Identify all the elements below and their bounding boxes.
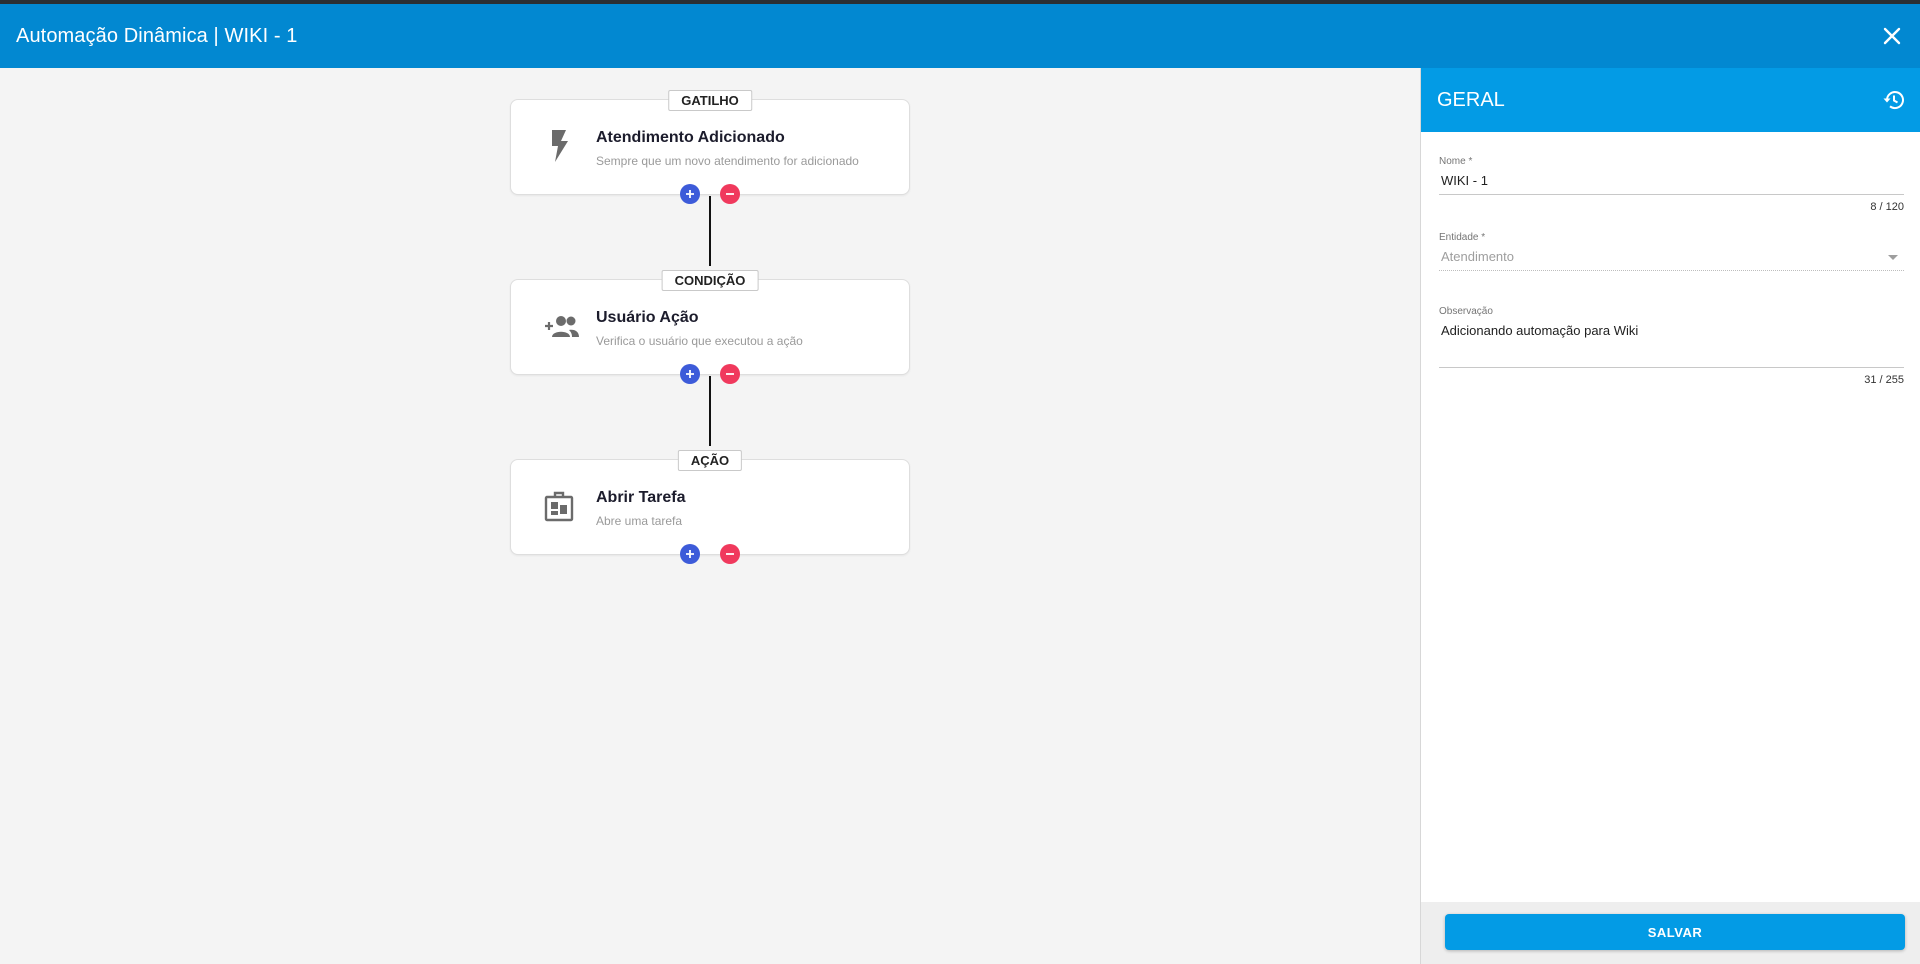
history-icon[interactable] <box>1882 88 1906 112</box>
add-node-button[interactable] <box>680 184 700 204</box>
observation-field[interactable]: Observação Adicionando automação para Wi… <box>1439 306 1904 386</box>
add-node-button[interactable] <box>680 544 700 564</box>
flow-connector <box>709 196 711 266</box>
observation-char-counter: 31 / 255 <box>1864 374 1904 386</box>
name-label: Nome * <box>1439 156 1473 167</box>
node-subtitle: Verifica o usuário que executou a ação <box>596 334 803 348</box>
panel-footer: SALVAR <box>1421 902 1920 964</box>
add-user-group-icon <box>541 308 581 344</box>
observation-textarea[interactable]: Adicionando automação para Wiki <box>1439 317 1904 368</box>
name-char-counter: 8 / 120 <box>1870 201 1904 213</box>
node-title: Atendimento Adicionado <box>596 129 785 146</box>
node-type-badge: CONDIÇÃO <box>661 270 759 291</box>
node-type-badge: GATILHO <box>668 90 752 111</box>
flow-connector <box>709 376 711 446</box>
chevron-down-icon <box>1888 255 1898 260</box>
condition-node[interactable]: CONDIÇÃO Usuário Ação Verifica o usuário… <box>510 270 910 384</box>
dialog-header: Automação Dinâmica | WIKI - 1 <box>0 4 1920 68</box>
node-title: Abrir Tarefa <box>596 489 686 506</box>
node-title: Usuário Ação <box>596 309 699 326</box>
properties-panel: GERAL Nome * WIKI - 1 8 / 120 Entidade *… <box>1420 68 1920 964</box>
entity-selected-value: Atendimento <box>1441 249 1514 264</box>
task-board-icon <box>541 488 577 524</box>
node-subtitle: Abre uma tarefa <box>596 514 683 528</box>
name-input[interactable]: WIKI - 1 <box>1439 167 1904 195</box>
lightning-bolt-icon <box>541 128 577 164</box>
save-button[interactable]: SALVAR <box>1445 914 1905 950</box>
entity-field[interactable]: Entidade * Atendimento <box>1439 232 1904 271</box>
remove-node-button[interactable] <box>720 184 740 204</box>
remove-node-button[interactable] <box>720 544 740 564</box>
remove-node-button[interactable] <box>720 364 740 384</box>
trigger-node[interactable]: GATILHO Atendimento Adicionado Sempre qu… <box>510 90 910 204</box>
action-node[interactable]: AÇÃO Abrir Tarefa Abre uma tarefa <box>510 450 910 564</box>
panel-header: GERAL <box>1421 68 1920 132</box>
panel-title: GERAL <box>1437 88 1505 111</box>
add-node-button[interactable] <box>680 364 700 384</box>
node-subtitle: Sempre que um novo atendimento for adici… <box>596 154 859 168</box>
name-field[interactable]: Nome * WIKI - 1 8 / 120 <box>1439 156 1904 213</box>
entity-label: Entidade * <box>1439 232 1486 243</box>
observation-label: Observação <box>1439 306 1493 317</box>
node-type-badge: AÇÃO <box>677 450 743 471</box>
flow-canvas: GATILHO Atendimento Adicionado Sempre qu… <box>0 68 1420 964</box>
dialog-title: Automação Dinâmica | WIKI - 1 <box>16 24 298 47</box>
close-icon[interactable] <box>1878 22 1906 50</box>
entity-select[interactable]: Atendimento <box>1439 243 1904 271</box>
